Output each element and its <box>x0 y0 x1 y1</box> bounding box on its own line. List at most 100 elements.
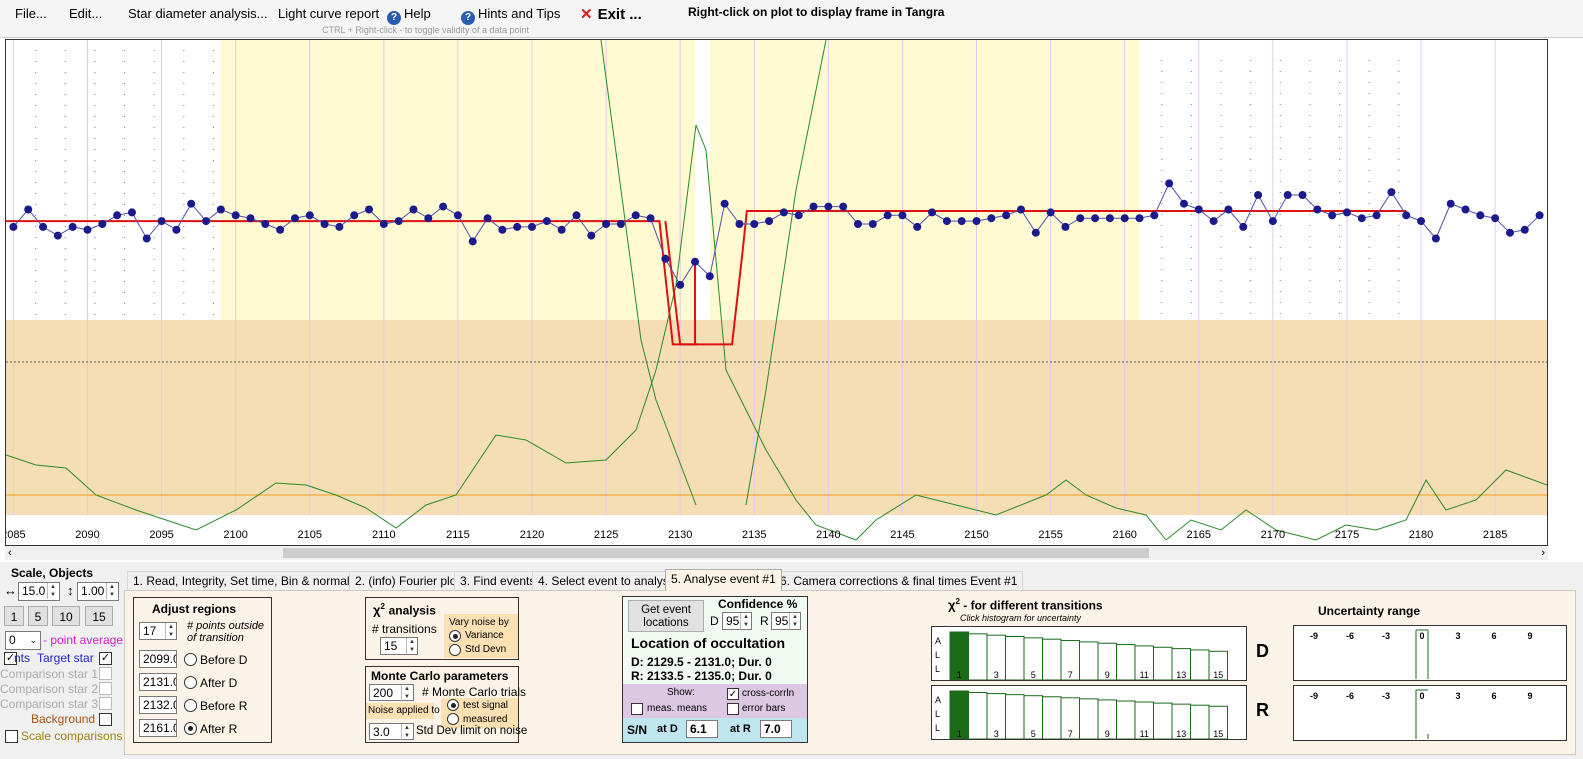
zoom-5-button[interactable]: 5 <box>28 606 48 626</box>
x-tick-label: 2150 <box>964 529 988 541</box>
after-r-radio[interactable] <box>184 722 197 735</box>
tab-fourier-plot[interactable]: 2. (info) Fourier plot <box>349 571 466 590</box>
data-point <box>661 254 670 263</box>
uncertainty-axis-label: -3 <box>1382 691 1390 701</box>
meas-means-checkbox[interactable] <box>631 703 643 715</box>
data-point <box>750 220 759 228</box>
scale-comparisons-checkbox[interactable] <box>5 730 18 743</box>
uncertainty-axis-label: -6 <box>1346 691 1354 701</box>
edit-menu[interactable]: Edit... <box>69 6 102 21</box>
show-label: Show: <box>667 687 695 698</box>
plot-scrollbar[interactable]: ‹ › <box>5 546 1548 560</box>
light-curve-chart[interactable]: 2085 2090 2095 2100 2105 2110 2115 2120 2125 2130… <box>6 40 1547 545</box>
get-event-locations-button[interactable]: Get event locations <box>628 600 704 632</box>
std-dev-limit-value: 3.0 <box>373 725 390 739</box>
data-point <box>1150 211 1159 220</box>
data-point <box>587 231 596 240</box>
chi2-analysis-title: χ2 analysis <box>373 602 436 617</box>
light-curve-report-menu[interactable]: Light curve report <box>278 6 379 21</box>
zoom-10-button[interactable]: 10 <box>52 606 80 626</box>
d-chi2-histogram[interactable]: A L L 1 3 5 7 9 11 13 15 <box>931 626 1247 681</box>
before-d-radio[interactable] <box>184 653 197 666</box>
data-point <box>1283 191 1292 199</box>
tab-read-integrity[interactable]: 1. Read, Integrity, Set time, Bin & norm… <box>127 571 371 590</box>
scroll-thumb[interactable] <box>283 548 1149 558</box>
tab-camera-corrections[interactable]: 6. Camera corrections & final times Even… <box>774 571 1024 590</box>
data-point <box>602 220 611 228</box>
transitions-spinner[interactable]: ▲ ▼ <box>406 638 417 654</box>
tab-analyse-event[interactable]: 5. Analyse event #1 <box>665 569 782 591</box>
transitions-value: 15 <box>384 639 398 653</box>
zoom-1-button[interactable]: 1 <box>4 606 24 626</box>
vary-noise-label: Vary noise by <box>449 617 509 628</box>
data-point <box>365 205 374 214</box>
comparison-star-3-checkbox[interactable] <box>99 697 112 710</box>
histogram-bar-label: 3 <box>994 670 999 680</box>
data-point <box>942 217 951 226</box>
before-r-input[interactable]: 2132.0 <box>139 696 177 714</box>
before-d-input[interactable]: 2099.0 <box>139 650 177 668</box>
error-bars-checkbox[interactable] <box>727 703 739 715</box>
after-r-input[interactable]: 2161.0 <box>139 719 177 737</box>
scroll-left-icon[interactable]: ‹ <box>8 546 12 560</box>
data-point <box>68 222 77 231</box>
help-icon: ? <box>387 11 401 25</box>
file-menu[interactable]: File... <box>15 6 47 21</box>
data-point <box>1342 208 1351 217</box>
comparison-star-1-checkbox[interactable] <box>99 667 112 680</box>
histogram-bar <box>968 633 988 681</box>
confidence-d-value: 95 <box>726 614 740 628</box>
before-r-radio[interactable] <box>184 699 197 712</box>
all-label: L <box>935 650 940 660</box>
star-diameter-menu[interactable]: Star diameter analysis... <box>128 6 267 21</box>
hints-menu[interactable]: ? Hints and Tips <box>461 6 560 25</box>
tab-find-events[interactable]: 3. Find events <box>454 571 542 590</box>
data-point <box>898 211 907 220</box>
measured-radio[interactable] <box>447 713 459 725</box>
point-average-select[interactable]: 0 ⌄ <box>5 631 41 650</box>
horizontal-scale-spinner[interactable]: ▲ ▼ <box>47 583 58 599</box>
variance-radio[interactable] <box>449 630 461 642</box>
data-point <box>868 220 877 228</box>
data-point <box>809 202 818 211</box>
std-dev-limit-spinner[interactable]: ▲ ▼ <box>401 724 412 740</box>
exit-menu[interactable]: ✕ Exit ... <box>580 5 642 23</box>
r-chi2-histogram[interactable]: A L L 1 3 5 7 9 11 13 15 <box>931 685 1247 740</box>
data-point <box>320 220 329 228</box>
data-point <box>98 220 107 228</box>
menu-bar: File... Edit... Star diameter analysis..… <box>0 0 1583 38</box>
data-point <box>1135 214 1144 223</box>
histogram-bar-label: 9 <box>1105 670 1110 680</box>
histogram-bar-label: 13 <box>1176 729 1186 739</box>
data-point <box>957 217 966 226</box>
r-uncertainty-plot: -9 -6 -3 0 3 6 9 <box>1293 685 1567 741</box>
monte-carlo-trials-spinner[interactable]: ▲ ▼ <box>401 685 412 701</box>
confidence-r-spinner[interactable]: ▲ ▼ <box>789 613 800 629</box>
light-curve-plot[interactable]: 2085 2090 2095 2100 2105 2110 2115 2120 2125 2130… <box>5 39 1548 546</box>
chi2-superscript: 2 <box>380 602 385 611</box>
data-point <box>1268 217 1277 226</box>
data-point <box>972 217 981 226</box>
std-devn-radio[interactable] <box>449 644 461 656</box>
after-d-input[interactable]: 2131.0 <box>139 673 177 691</box>
tab-select-event[interactable]: 4. Select event to analyse <box>532 571 682 590</box>
data-point <box>231 211 240 220</box>
scroll-right-icon[interactable]: › <box>1541 546 1545 560</box>
test-signal-radio[interactable] <box>447 699 459 711</box>
zoom-15-button[interactable]: 15 <box>85 606 113 626</box>
background-checkbox[interactable] <box>99 713 112 726</box>
histogram-bar-label: 5 <box>1031 729 1036 739</box>
points-outside-spinner[interactable]: ▲ ▼ <box>165 623 176 639</box>
after-d-radio[interactable] <box>184 676 197 689</box>
comparison-star-3-label: Comparison star 3 <box>0 697 99 711</box>
help-menu[interactable]: ? Help <box>387 6 431 25</box>
r-location-line: R: 2133.5 - 2135.0; Dur. 0 <box>631 669 772 683</box>
close-icon: ✕ <box>580 6 593 23</box>
confidence-d-spinner[interactable]: ▲ ▼ <box>740 613 751 629</box>
target-star-checkbox[interactable]: ✓ <box>99 652 112 665</box>
comparison-star-2-checkbox[interactable] <box>99 682 112 695</box>
cross-corrln-checkbox[interactable]: ✓ <box>727 688 739 700</box>
vertical-scale-spinner[interactable]: ▲ ▼ <box>106 583 117 599</box>
data-point <box>187 199 196 208</box>
chi2-hist-title-text: - for different transitions <box>959 598 1103 613</box>
